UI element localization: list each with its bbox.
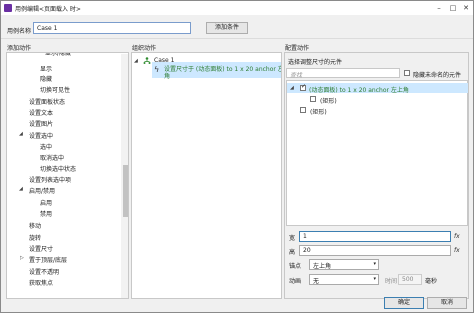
cut-off-item: 显示/隐藏 [45,52,72,56]
hide-unnamed-label: 隐藏未命名的元件 [413,72,462,79]
action-item[interactable]: 启用 [40,198,52,207]
milliseconds-label: 毫秒 [425,278,438,285]
action-item[interactable]: 隐藏 [40,74,52,83]
case-name-input[interactable]: Case 1 [33,22,191,34]
configure-action-header: 配置动作 [285,45,310,52]
case-icon [143,57,151,66]
close-button[interactable]: ✕ [460,3,472,13]
expand-triangle-icon[interactable]: ▷ [20,255,24,261]
action-item[interactable]: 旋转 [29,233,41,242]
action-item[interactable]: 设置不透明 [29,267,59,276]
collapse-triangle-icon[interactable]: ◢ [19,131,23,137]
height-fx-button[interactable]: fx [454,247,460,254]
anchor-value: 左上角 [313,263,332,270]
widget-label: (动态面板) to 1 x 20 anchor 左上角 [309,87,409,94]
scrollbar-thumb[interactable] [123,165,128,217]
ok-button[interactable]: 确定 [384,297,424,309]
time-input[interactable]: 500 [398,274,422,285]
action-item[interactable]: 获取焦点 [29,278,53,287]
case-name-label: 用例名称 [7,28,32,35]
widget-checkbox[interactable] [310,96,316,102]
action-item[interactable]: 设置面板状态 [29,97,65,106]
chevron-down-icon: ▾ [373,276,376,282]
anchor-label: 锚点 [289,263,302,270]
action-item[interactable]: 启用/禁用 [29,186,55,195]
action-item[interactable]: 设置尺寸 [29,244,53,253]
action-item[interactable]: 置于顶层/底层 [29,255,67,264]
action-item[interactable]: 取消选中 [40,153,64,162]
widget-search-input[interactable]: 查找 [286,68,400,79]
cancel-button[interactable]: 取消 [427,297,467,309]
animation-label: 动画 [289,278,302,285]
action-item[interactable]: 选中 [40,142,52,151]
widget-tree: ◢ ✓ (动态面板) to 1 x 20 anchor 左上角 (矩形) (矩形… [286,80,468,226]
add-condition-button[interactable]: 添加条件 [206,22,248,34]
collapse-triangle-icon[interactable]: ◢ [134,58,138,64]
action-item[interactable]: 禁用 [40,209,52,218]
height-input[interactable]: 20 [299,245,451,256]
hide-unnamed-checkbox[interactable] [404,70,410,76]
organize-actions-panel: ◢ Case 1 ϟ 设置尺寸于 (动态面板) to 1 x 20 anchor… [131,52,282,299]
divider [1,38,473,39]
time-label: 时间 [385,278,398,285]
collapse-triangle-icon[interactable]: ◢ [290,85,294,91]
select-widget-subheader: 选择调整尺寸的元件 [288,59,343,66]
action-description[interactable]: 设置尺寸于 (动态面板) to 1 x 20 anchor 左上角 [164,64,281,73]
add-action-header: 添加动作 [7,45,32,52]
lightning-icon: ϟ [154,65,160,74]
widget-checkbox[interactable] [300,107,306,113]
height-label: 高 [289,249,296,256]
animation-select[interactable]: 无 ▾ [309,274,379,285]
widget-label: (矩形) [310,109,327,116]
action-item[interactable]: 设置文本 [29,108,53,117]
case-editor-dialog: 用例编辑<页面载入 时> – □ ✕ 用例名称 Case 1 添加条件 添加动作… [0,0,474,313]
action-item[interactable]: 移动 [29,221,41,230]
app-icon [4,4,12,12]
action-item[interactable]: 设置选中 [29,131,53,140]
action-item[interactable]: 切换可见性 [40,85,70,94]
action-description-wrap[interactable]: 角 [164,71,170,80]
action-list-panel: 显示/隐藏 显示 隐藏 切换可见性 设置面板状态 设置文本 设置图片 ◢ 设置选… [6,52,129,299]
animation-value: 无 [313,278,320,285]
widget-label: (矩形) [320,98,337,105]
minimize-button[interactable]: – [433,3,445,13]
collapse-triangle-icon[interactable]: ◢ [19,186,23,192]
configure-action-panel: 选择调整尺寸的元件 查找 隐藏未命名的元件 ◢ ✓ (动态面板) to 1 x … [284,52,469,299]
width-fx-button[interactable]: fx [454,233,460,240]
action-item[interactable]: 切换选中状态 [40,164,76,173]
action-item[interactable]: 设置图片 [29,119,53,128]
chevron-down-icon: ▾ [373,261,376,267]
width-label: 宽 [289,235,296,242]
width-input[interactable]: 1 [299,231,451,242]
organize-actions-header: 组织动作 [132,45,157,52]
action-item[interactable]: 显示 [40,64,52,73]
action-item[interactable]: 设置列表选中项 [29,175,71,184]
maximize-button[interactable]: □ [447,3,459,13]
window-title: 用例编辑<页面载入 时> [15,6,81,13]
title-bar: 用例编辑<页面载入 时> – □ ✕ [1,1,473,15]
anchor-select[interactable]: 左上角 ▾ [309,259,379,270]
check-icon: ✓ [301,83,307,90]
